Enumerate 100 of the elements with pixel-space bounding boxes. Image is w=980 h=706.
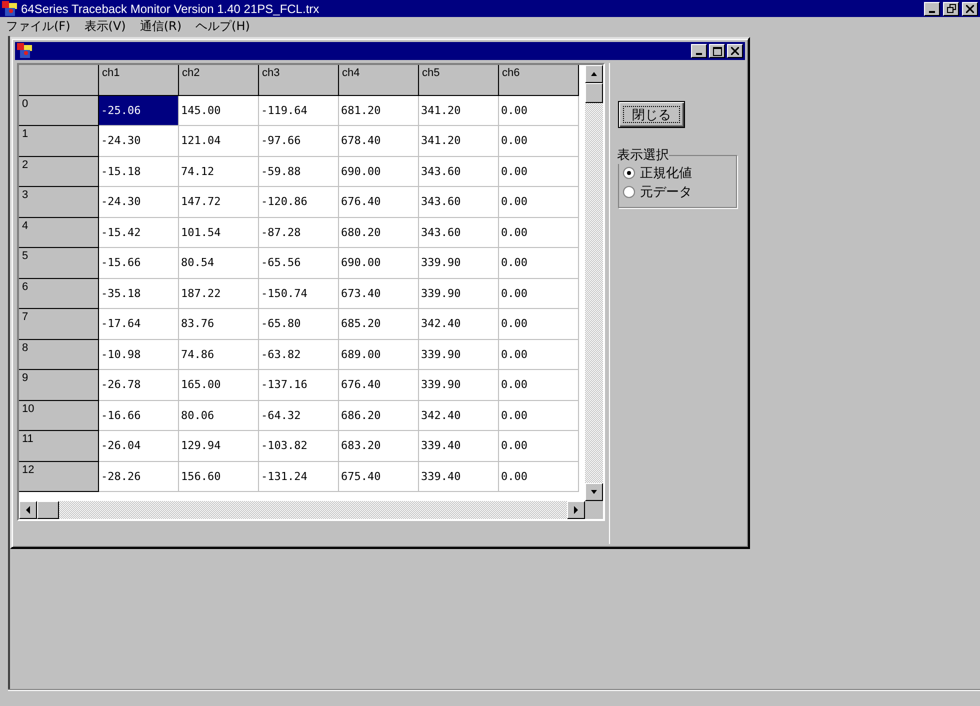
table-cell[interactable]: -24.30 — [99, 187, 179, 218]
table-cell[interactable]: 0.00 — [499, 400, 579, 431]
column-header[interactable]: ch4 — [339, 65, 419, 96]
menu-item[interactable]: ファイル(F) — [6, 18, 70, 35]
table-cell[interactable]: -65.80 — [259, 309, 339, 340]
table-cell[interactable]: 0.00 — [499, 370, 579, 400]
table-cell[interactable]: 339.40 — [419, 431, 499, 462]
menu-item[interactable]: ヘルプ(H) — [196, 18, 250, 35]
close-button[interactable] — [962, 2, 978, 16]
restore-button[interactable] — [943, 2, 959, 16]
table-cell[interactable]: -17.64 — [99, 309, 179, 340]
row-header[interactable]: 0 — [19, 96, 99, 126]
table-cell[interactable]: -26.78 — [99, 370, 179, 400]
table-cell[interactable]: 147.72 — [179, 187, 259, 218]
table-cell[interactable]: 0.00 — [499, 278, 579, 309]
table-cell[interactable]: 156.60 — [179, 462, 259, 492]
horizontal-scrollbar[interactable] — [19, 501, 585, 519]
table-cell[interactable]: 129.94 — [179, 431, 259, 462]
column-header[interactable]: ch5 — [419, 65, 499, 96]
column-header[interactable]: ch1 — [99, 65, 179, 96]
table-cell[interactable]: -150.74 — [259, 278, 339, 309]
close-button[interactable] — [727, 44, 743, 58]
table-cell[interactable]: 339.90 — [419, 370, 499, 400]
table-cell[interactable]: 0.00 — [499, 340, 579, 370]
vertical-scrollbar[interactable] — [585, 65, 603, 501]
table-cell[interactable]: 80.54 — [179, 248, 259, 278]
table-cell[interactable]: -131.24 — [259, 462, 339, 492]
table-cell[interactable]: -10.98 — [99, 340, 179, 370]
minimize-button[interactable] — [924, 2, 940, 16]
table-cell[interactable]: 690.00 — [339, 248, 419, 278]
table-cell[interactable]: 74.12 — [179, 156, 259, 187]
table-cell[interactable]: 676.40 — [339, 187, 419, 218]
table-cell[interactable]: -15.42 — [99, 218, 179, 248]
table-cell[interactable]: -24.30 — [99, 126, 179, 156]
table-cell[interactable]: 80.06 — [179, 400, 259, 431]
table-cell[interactable]: -119.64 — [259, 96, 339, 126]
row-header[interactable]: 10 — [19, 400, 99, 431]
table-cell[interactable]: 165.00 — [179, 370, 259, 400]
table-cell[interactable]: 0.00 — [499, 187, 579, 218]
table-cell[interactable]: 343.60 — [419, 156, 499, 187]
table-cell[interactable]: 0.00 — [499, 96, 579, 126]
row-header[interactable]: 4 — [19, 218, 99, 248]
table-cell[interactable]: 341.20 — [419, 96, 499, 126]
scroll-thumb[interactable] — [37, 501, 59, 519]
table-cell[interactable]: 0.00 — [499, 431, 579, 462]
table-cell[interactable]: 689.00 — [339, 340, 419, 370]
table-cell[interactable]: -87.28 — [259, 218, 339, 248]
table-cell[interactable]: -137.16 — [259, 370, 339, 400]
row-header[interactable]: 3 — [19, 187, 99, 218]
table-cell[interactable]: 685.20 — [339, 309, 419, 340]
table-cell[interactable]: 0.00 — [499, 156, 579, 187]
row-header[interactable]: 7 — [19, 309, 99, 340]
table-cell[interactable]: 0.00 — [499, 248, 579, 278]
table-cell[interactable]: -65.56 — [259, 248, 339, 278]
table-cell[interactable]: 675.40 — [339, 462, 419, 492]
table-cell[interactable]: 339.90 — [419, 248, 499, 278]
table-cell[interactable]: 339.40 — [419, 462, 499, 492]
table-cell[interactable]: 83.76 — [179, 309, 259, 340]
table-cell[interactable]: 339.90 — [419, 340, 499, 370]
table-cell[interactable]: 342.40 — [419, 309, 499, 340]
row-header[interactable]: 8 — [19, 340, 99, 370]
table-cell[interactable]: 343.60 — [419, 218, 499, 248]
table-cell[interactable]: -28.26 — [99, 462, 179, 492]
row-header[interactable]: 2 — [19, 156, 99, 187]
maximize-button[interactable] — [709, 44, 725, 58]
column-header[interactable]: ch2 — [179, 65, 259, 96]
row-header[interactable]: 6 — [19, 278, 99, 309]
table-cell[interactable]: -120.86 — [259, 187, 339, 218]
table-cell[interactable]: 342.40 — [419, 400, 499, 431]
menu-item[interactable]: 表示(V) — [84, 18, 126, 35]
scroll-thumb[interactable] — [585, 83, 603, 103]
radio-button[interactable] — [623, 186, 635, 198]
table-cell[interactable]: 339.90 — [419, 278, 499, 309]
menu-item[interactable]: 通信(R) — [140, 18, 182, 35]
table-cell[interactable]: 0.00 — [499, 218, 579, 248]
table-cell[interactable]: 187.22 — [179, 278, 259, 309]
table-cell[interactable]: 673.40 — [339, 278, 419, 309]
row-header[interactable]: 5 — [19, 248, 99, 278]
table-cell[interactable]: 343.60 — [419, 187, 499, 218]
row-header[interactable]: 9 — [19, 370, 99, 400]
row-header[interactable]: 11 — [19, 431, 99, 462]
row-header[interactable]: 12 — [19, 462, 99, 492]
table-cell[interactable]: -16.66 — [99, 400, 179, 431]
table-cell[interactable]: 681.20 — [339, 96, 419, 126]
table-cell[interactable]: -15.66 — [99, 248, 179, 278]
table-cell[interactable]: -26.04 — [99, 431, 179, 462]
table-cell[interactable]: -25.06 — [99, 96, 179, 126]
table-cell[interactable]: 686.20 — [339, 400, 419, 431]
minimize-button[interactable] — [691, 44, 707, 58]
table-cell[interactable]: 0.00 — [499, 462, 579, 492]
table-cell[interactable]: 680.20 — [339, 218, 419, 248]
table-cell[interactable]: -97.66 — [259, 126, 339, 156]
table-cell[interactable]: -15.18 — [99, 156, 179, 187]
table-cell[interactable]: -63.82 — [259, 340, 339, 370]
table-cell[interactable]: -35.18 — [99, 278, 179, 309]
table-cell[interactable]: -103.82 — [259, 431, 339, 462]
column-header[interactable]: ch6 — [499, 65, 579, 96]
table-cell[interactable]: 74.86 — [179, 340, 259, 370]
table-cell[interactable]: 678.40 — [339, 126, 419, 156]
column-header[interactable]: ch3 — [259, 65, 339, 96]
